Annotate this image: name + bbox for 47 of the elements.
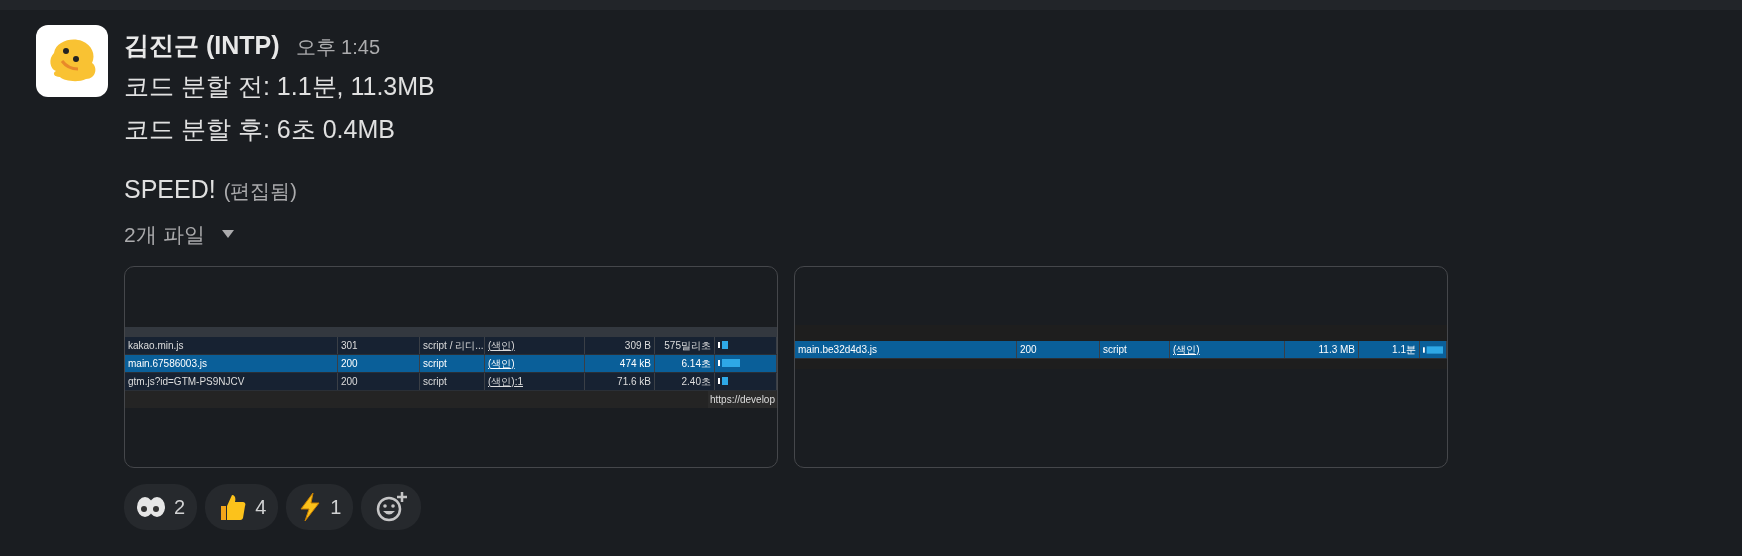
table-cell[interactable]: (색인): [488, 337, 515, 353]
file-preview[interactable]: kakao.min.js 301 script / 리디... (색인) 309 B 575밀리초 main.67586003.js 200 script (색인) 474 kB 6.14초 gtm.js?id=GTM-PS9NJCV 200 script (색인):1 71.6 kB 2.40초 https://develop: [124, 266, 778, 468]
table-cell-text: 71.6 kB: [617, 374, 651, 389]
table-cell[interactable]: (색인): [1173, 342, 1200, 357]
table-cell[interactable]: (색인): [488, 355, 515, 371]
add-reaction-button[interactable]: [361, 484, 422, 530]
table-cell-text: script: [423, 356, 447, 371]
table-cell-text: script / 리디...: [423, 338, 484, 353]
waterfall-bar-icon: [718, 377, 728, 385]
table-cell-text: 200: [341, 356, 358, 371]
table-cell-text: kakao.min.js: [128, 338, 184, 353]
files-toggle[interactable]: 2개 파일: [124, 218, 235, 250]
message-text: 코드 분할 후: 6초 0.4MB: [124, 113, 396, 145]
table-cell-text: 575밀리초: [664, 338, 711, 353]
table-cell-text: 1.1분: [1392, 343, 1416, 357]
message-text: SPEED!: [124, 173, 216, 205]
timestamp[interactable]: 오후 1:45: [295, 32, 381, 62]
reaction-button[interactable]: 2: [124, 484, 198, 530]
eyes-icon: [136, 495, 166, 519]
file-preview[interactable]: main.be32d4d3.js 200 script (색인) 11.3 MB 1.1분: [794, 266, 1448, 468]
table-cell-text: script: [1103, 343, 1127, 357]
table-cell-text: 6.14초: [681, 356, 711, 371]
avatar[interactable]: [36, 25, 108, 97]
waterfall-bar-icon: [718, 359, 740, 367]
edited-label: (편집됨): [223, 178, 298, 204]
author-name[interactable]: 김진근 (INTP): [124, 27, 280, 65]
table-row[interactable]: main.be32d4d3.js 200 script (색인) 11.3 MB 1.1분: [795, 341, 1447, 359]
table-cell-text: 309 B: [624, 338, 651, 353]
waterfall-bar-icon: [1423, 345, 1443, 354]
table-cell-text: main.be32d4d3.js: [798, 343, 877, 357]
table-cell-text: 11.3 MB: [1318, 343, 1355, 357]
caret-down-icon: [220, 229, 235, 240]
table-cell-text: 2.40초: [681, 374, 711, 389]
add-emoji-icon: [374, 490, 409, 524]
table-cell-text: 301: [341, 338, 358, 353]
table-cell-text: 200: [341, 374, 358, 389]
table-cell-text: main.67586003.js: [128, 356, 207, 371]
table-cell[interactable]: (색인):1: [488, 373, 523, 389]
message-text: 코드 분할 전: 1.1분, 11.3MB: [124, 70, 436, 102]
table-cell-text: 200: [1020, 343, 1037, 357]
table-cell-text: gtm.js?id=GTM-PS9NJCV: [128, 374, 245, 389]
lightning-bolt-icon: [298, 492, 323, 522]
table-cell-text: 474 kB: [619, 356, 651, 371]
waterfall-bar-icon: [718, 341, 728, 349]
reaction-button[interactable]: 1: [286, 484, 354, 530]
reaction-button[interactable]: 4: [205, 484, 279, 530]
table-cell-text: script: [423, 374, 447, 389]
